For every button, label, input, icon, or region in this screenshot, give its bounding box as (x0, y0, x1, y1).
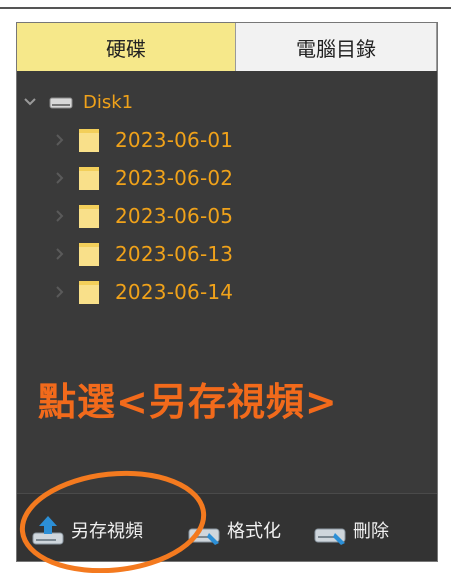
tab-hard-disk-label: 硬碟 (106, 36, 146, 61)
tree-row-folder[interactable]: 2023-06-01 (51, 121, 233, 159)
folder-icon (77, 203, 101, 230)
tab-hard-disk[interactable]: 硬碟 (17, 23, 236, 71)
bottom-toolbar: 另存視頻 格式化 刪除 (17, 493, 437, 561)
format-button[interactable]: 格式化 (187, 512, 281, 548)
hard-drive-icon (49, 95, 73, 109)
tree-row-folder[interactable]: 2023-06-02 (51, 159, 233, 197)
format-disk-icon (187, 513, 221, 547)
window-top-edge (0, 0, 451, 9)
folder-icon (77, 279, 101, 306)
folder-icon (77, 127, 101, 154)
disk-label: Disk1 (83, 91, 134, 113)
folder-icon (77, 241, 101, 268)
folder-label: 2023-06-14 (115, 280, 234, 304)
tree-row-folder[interactable]: 2023-06-14 (51, 273, 233, 311)
chevron-right-icon[interactable] (51, 169, 69, 187)
folder-icon (77, 165, 101, 192)
tab-computer-directory-label: 電腦目錄 (296, 36, 376, 61)
tree-row-disk[interactable]: Disk1 (21, 83, 133, 121)
delete-disk-icon (313, 513, 347, 547)
chevron-right-icon[interactable] (51, 207, 69, 225)
folder-label: 2023-06-02 (115, 166, 234, 190)
chevron-down-icon[interactable] (21, 93, 39, 111)
folder-label: 2023-06-05 (115, 204, 234, 228)
chevron-right-icon[interactable] (51, 131, 69, 149)
chevron-right-icon[interactable] (51, 245, 69, 263)
tab-bar: 硬碟 電腦目錄 (17, 23, 437, 71)
tab-computer-directory[interactable]: 電腦目錄 (236, 23, 437, 71)
delete-button[interactable]: 刪除 (313, 512, 389, 548)
folder-label: 2023-06-01 (115, 128, 234, 152)
delete-label: 刪除 (353, 521, 389, 542)
chevron-right-icon[interactable] (51, 283, 69, 301)
folder-label: 2023-06-13 (115, 242, 234, 266)
upload-disk-icon (31, 513, 65, 547)
playback-storage-panel: 硬碟 電腦目錄 Disk1 2023-06-01 2023-06-02 2023… (16, 22, 438, 562)
tree-row-folder[interactable]: 2023-06-13 (51, 235, 233, 273)
instruction-annotation: 點選<另存視頻> (38, 380, 338, 424)
tree-row-folder[interactable]: 2023-06-05 (51, 197, 233, 235)
save-video-button[interactable]: 另存視頻 (31, 512, 143, 548)
format-label: 格式化 (227, 521, 281, 542)
save-video-label: 另存視頻 (71, 521, 143, 542)
